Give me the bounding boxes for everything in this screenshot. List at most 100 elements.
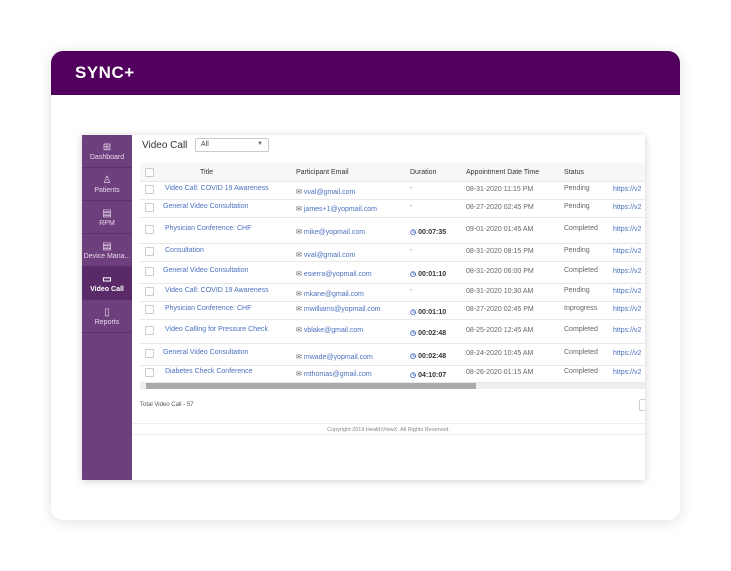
participant-email: ✉ mwilliams@yopmail.com <box>296 305 381 313</box>
duration: ◷ 00:02:48 <box>410 352 446 360</box>
duration: ◷ 00:01:10 <box>410 270 446 278</box>
appointment-date: 08-27-2020 02:45 PM <box>466 306 534 313</box>
row-checkbox[interactable] <box>145 368 154 377</box>
table-row[interactable]: Video Calling for Pressure Check ✉ vblake… <box>140 320 645 344</box>
status: Completed <box>564 225 598 232</box>
email-value: vval@gmail.com <box>303 189 356 196</box>
call-title-link[interactable]: General Video Consultation <box>163 267 248 274</box>
row-checkbox[interactable] <box>145 267 154 276</box>
footer-copyright: Copyright 2019 HealthViewX. All Rights R… <box>132 423 645 435</box>
email-value: vval@gmail.com <box>303 252 356 259</box>
call-link[interactable]: https://v2 <box>613 204 641 211</box>
select-all-checkbox[interactable] <box>145 168 154 177</box>
row-checkbox[interactable] <box>145 287 154 296</box>
duration-value: 04:10:07 <box>418 372 447 379</box>
mail-icon: ✉ <box>296 371 302 378</box>
total-count: Total Video Call - 57 <box>140 402 194 408</box>
duration: ◷ 04:10:07 <box>410 371 446 379</box>
call-link[interactable]: https://v2 <box>613 226 641 233</box>
horizontal-scrollbar[interactable] <box>140 383 645 389</box>
mail-icon: ✉ <box>296 291 302 298</box>
row-checkbox[interactable] <box>145 349 154 358</box>
duration-value: 00:01:10 <box>418 271 447 278</box>
scrollbar-thumb[interactable] <box>146 383 476 389</box>
call-link[interactable]: https://v2 <box>613 306 641 313</box>
column-header[interactable]: Participant Email <box>296 169 349 176</box>
video-icon: ▭ <box>102 273 112 285</box>
participant-email: ✉ vval@gmail.com <box>296 188 355 196</box>
table-row[interactable]: Video Call: COVID 19 Awareness ✉ mkane@gm… <box>140 284 645 302</box>
row-checkbox[interactable] <box>145 203 154 212</box>
call-title-link[interactable]: Physician Conference: CHF <box>165 225 251 232</box>
status: Pending <box>564 203 590 210</box>
email-value: mike@yopmail.com <box>303 229 366 236</box>
page-title: Video Call <box>142 140 188 151</box>
row-checkbox[interactable] <box>145 247 154 256</box>
call-title-link[interactable]: General Video Consultation <box>163 203 248 210</box>
clock-icon: ◷ <box>410 372 417 379</box>
call-title-link[interactable]: Video Call: COVID 19 Awareness <box>165 287 269 294</box>
filter-value: All <box>201 141 209 148</box>
sidebar-item-patients[interactable]: ♙ Patients <box>82 168 132 201</box>
sidebar-item-label: Video Call <box>90 285 124 293</box>
duration: - <box>410 185 413 192</box>
call-title-link[interactable]: Consultation <box>165 247 204 254</box>
column-header[interactable]: Title <box>200 169 213 176</box>
row-checkbox[interactable] <box>145 185 154 194</box>
call-link[interactable]: https://v2 <box>613 350 641 357</box>
call-link[interactable]: https://v2 <box>613 268 641 275</box>
status: Completed <box>564 368 598 375</box>
user-icon: ♙ <box>102 174 112 186</box>
column-header[interactable]: Duration <box>410 169 436 176</box>
column-header[interactable]: Appointment Date Time <box>466 169 539 176</box>
call-title-link[interactable]: Video Call: COVID 19 Awareness <box>165 185 269 192</box>
filter-select[interactable]: All ▼ <box>195 138 269 152</box>
sidebar-item-label: Reports <box>94 318 120 326</box>
table-row[interactable]: Physician Conference: CHF ✉ mike@yopmail.… <box>140 218 645 244</box>
sidebar-item-dashboard[interactable]: ⊞ Dashboard <box>82 135 132 168</box>
sidebar-item-label: RPM <box>99 219 115 227</box>
duration: - <box>410 203 413 210</box>
table-row[interactable]: Video Call: COVID 19 Awareness ✉ vval@gma… <box>140 182 645 200</box>
appointment-date: 09-01-2020 01:45 AM <box>466 226 534 233</box>
appointment-date: 08-27-2020 02:45 PM <box>466 204 534 211</box>
table-row[interactable]: General Video Consultation ✉ mwade@yopmai… <box>140 344 645 366</box>
sidebar-item-video-call[interactable]: ▭ Video Call <box>82 267 132 300</box>
pagination-control[interactable] <box>639 399 645 411</box>
call-title-link[interactable]: Physician Conference: CHF <box>165 305 251 312</box>
logo: SYNC+ <box>75 63 135 82</box>
sidebar-item-rpm[interactable]: ▤ RPM <box>82 201 132 234</box>
call-link[interactable]: https://v2 <box>613 369 641 376</box>
appointment-date: 08-24-2020 10:45 AM <box>466 350 534 357</box>
row-checkbox[interactable] <box>145 225 154 234</box>
video-call-table: Title Participant Email Duration Appointmen… <box>140 163 645 391</box>
document-icon: ▤ <box>102 240 112 252</box>
email-value: james+1@yopmail.com <box>303 206 377 213</box>
table-row[interactable]: Diabetes Check Conference ✉ mthomas@gmail… <box>140 366 645 383</box>
duration-value: 00:02:48 <box>418 330 447 337</box>
duration: ◷ 00:01:10 <box>410 308 446 316</box>
participant-email: ✉ mthomas@gmail.com <box>296 370 372 378</box>
table-row[interactable]: Consultation ✉ vval@gmail.com - 08-31-202… <box>140 244 645 262</box>
table-row[interactable]: Physician Conference: CHF ✉ mwilliams@yop… <box>140 302 645 320</box>
duration: - <box>410 287 413 294</box>
sidebar-item-reports[interactable]: ▯ Reports <box>82 300 132 333</box>
call-title-link[interactable]: Diabetes Check Conference <box>165 368 253 375</box>
table-row[interactable]: General Video Consultation ✉ james+1@yopm… <box>140 200 645 218</box>
mail-icon: ✉ <box>296 271 302 278</box>
table-row[interactable]: General Video Consultation ✉ esierra@yopm… <box>140 262 645 284</box>
call-title-link[interactable]: General Video Consultation <box>163 349 248 356</box>
call-link[interactable]: https://v2 <box>613 288 641 295</box>
column-header[interactable]: Status <box>564 169 584 176</box>
call-link[interactable]: https://v2 <box>613 248 641 255</box>
call-link[interactable]: https://v2 <box>613 327 641 334</box>
sidebar-item-label: Patients <box>94 186 120 194</box>
appointment-date: 08-31-2020 06:00 PM <box>466 268 534 275</box>
sidebar-item-device-mana[interactable]: ▤ Device Mana... <box>82 234 132 267</box>
row-checkbox[interactable] <box>145 305 154 314</box>
call-link[interactable]: https://v2 <box>613 186 641 193</box>
mail-icon: ✉ <box>296 189 302 196</box>
status: Completed <box>564 349 598 356</box>
call-title-link[interactable]: Video Calling for Pressure Check <box>165 326 268 333</box>
row-checkbox[interactable] <box>145 326 154 335</box>
